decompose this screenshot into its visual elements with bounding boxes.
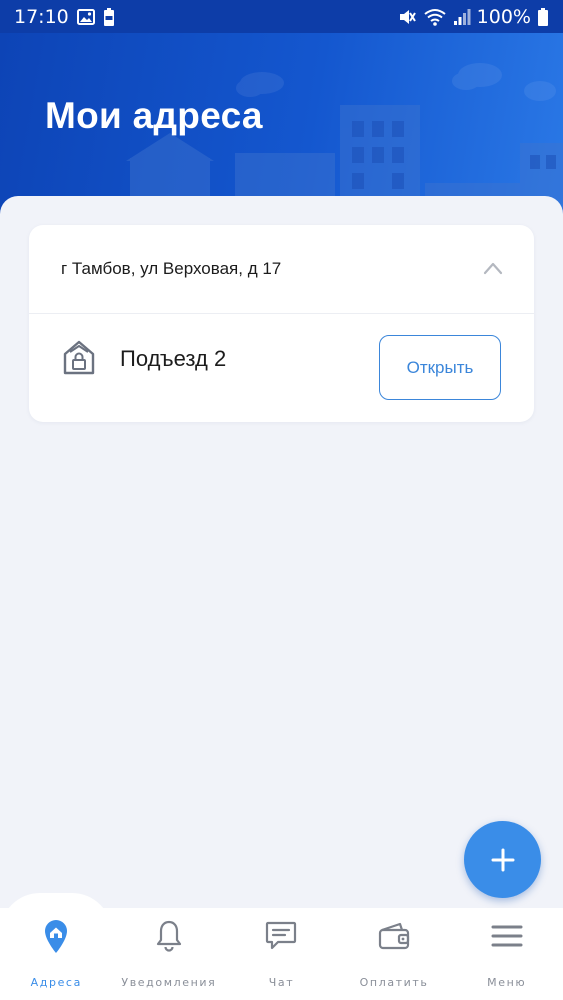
- page-title: Мои адреса: [45, 95, 263, 136]
- battery-icon: [537, 7, 549, 27]
- status-time: 17:10: [14, 5, 69, 28]
- open-door-button[interactable]: Открыть: [379, 335, 501, 400]
- nav-label-chat: Чат: [268, 976, 295, 989]
- mute-icon: [397, 7, 417, 27]
- nav-item-menu[interactable]: Меню: [450, 908, 563, 1000]
- nav-item-chat[interactable]: Чат: [225, 908, 338, 1000]
- address-text: г Тамбов, ул Верховая, д 17: [61, 259, 282, 278]
- nav-item-addresses[interactable]: Адреса: [0, 908, 113, 1000]
- plus-icon: [491, 848, 514, 871]
- nav-item-pay[interactable]: Оплатить: [338, 908, 451, 1000]
- battery-saver-icon: [103, 7, 115, 27]
- content-sheet: г Тамбов, ул Верховая, д 17 Подъезд 2 От…: [0, 196, 563, 926]
- address-card: г Тамбов, ул Верховая, д 17 Подъезд 2 От…: [29, 225, 534, 422]
- nav-label-pay: Оплатить: [359, 976, 429, 989]
- wifi-icon: [423, 7, 447, 27]
- chevron-up-icon[interactable]: [483, 261, 503, 275]
- nav-label-menu: Меню: [487, 976, 527, 989]
- image-icon: [76, 8, 95, 25]
- chat-icon: [264, 918, 298, 954]
- menu-icon: [490, 918, 524, 954]
- nav-label-notifications: Уведомления: [121, 976, 217, 989]
- bottom-nav: Адреса Уведомления Чат Оплатить Меню: [0, 908, 563, 1000]
- status-bar: 17:10 100%: [0, 0, 563, 33]
- nav-item-notifications[interactable]: Уведомления: [113, 908, 226, 1000]
- add-address-button[interactable]: [464, 821, 541, 898]
- home-pin-icon: [42, 918, 70, 954]
- bell-icon: [155, 918, 183, 954]
- address-card-header[interactable]: г Тамбов, ул Верховая, д 17: [29, 225, 534, 314]
- header: Мои адреса: [0, 33, 563, 218]
- battery-percent: 100%: [476, 5, 531, 28]
- entrance-label: Подъезд 2: [120, 346, 227, 371]
- signal-icon: [453, 8, 471, 26]
- house-lock-icon: [63, 340, 95, 375]
- nav-label-addresses: Адреса: [30, 976, 82, 989]
- wallet-icon: [377, 918, 411, 954]
- entrance-row: Подъезд 2 Открыть: [29, 315, 534, 422]
